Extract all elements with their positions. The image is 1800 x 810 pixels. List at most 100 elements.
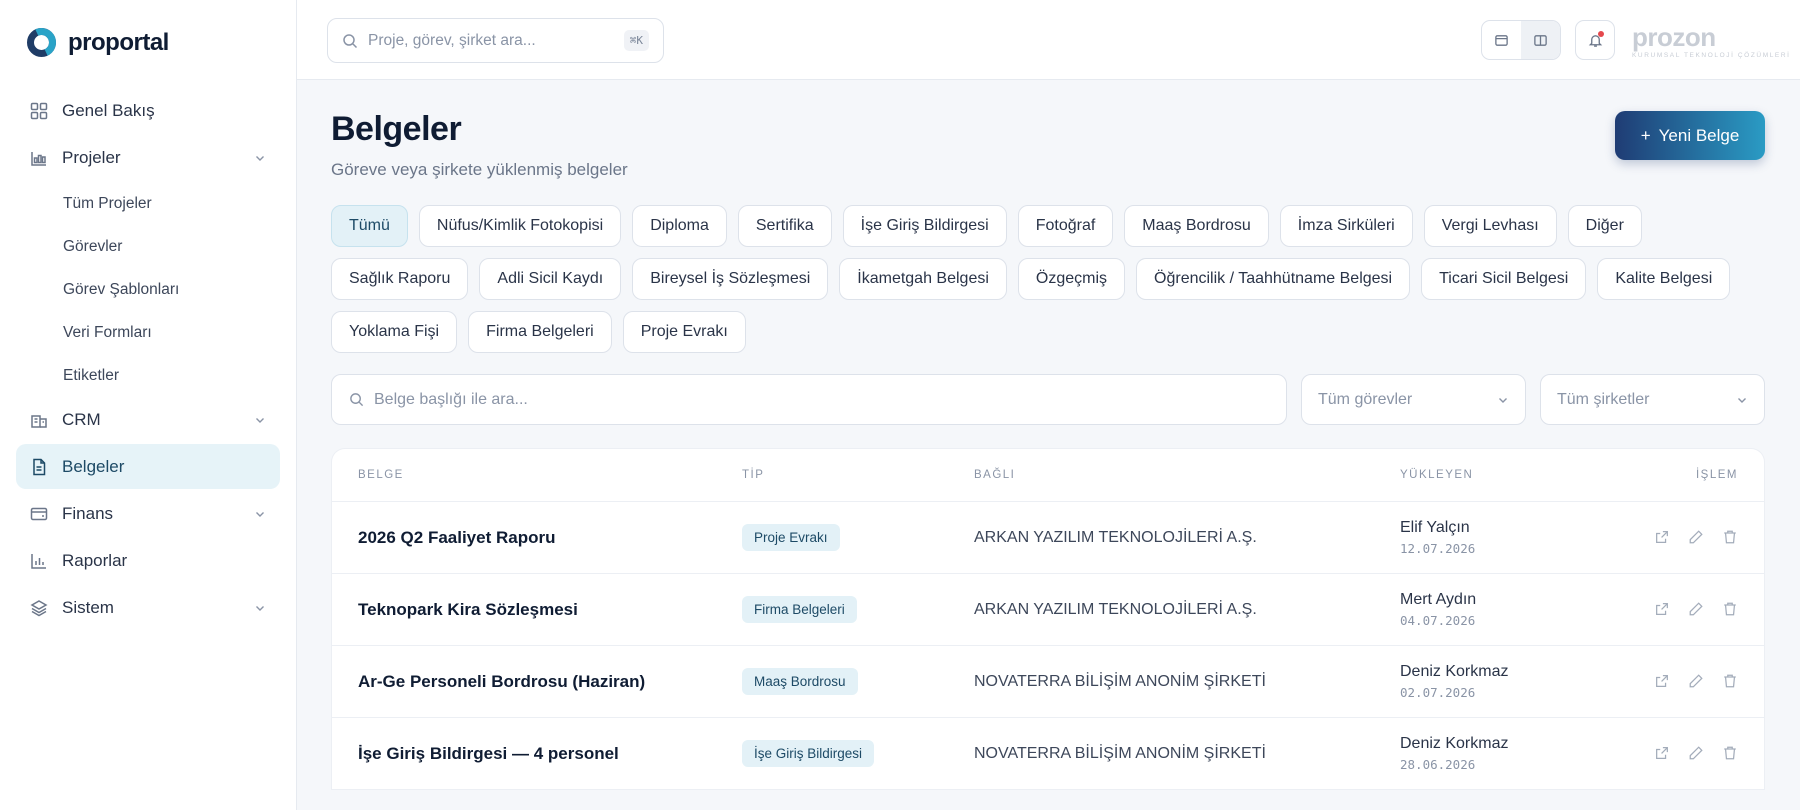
new-document-label: Yeni Belge [1658,125,1740,145]
chevron-down-icon [1738,397,1746,403]
type-badge: Firma Belgeleri [742,596,857,623]
linked-company: NOVATERRA BİLİŞİM ANONİM ŞİRKETİ [974,744,1266,762]
company-select-value: Tüm şirketler [1557,390,1650,408]
category-chip[interactable]: Ticari Sicil Belgesi [1421,258,1587,300]
document-title[interactable]: 2026 Q2 Faaliyet Raporu [358,528,555,547]
page-title: Belgeler [331,110,462,148]
open-external-icon[interactable] [1652,601,1670,619]
edit-icon[interactable] [1686,673,1704,691]
document-title[interactable]: Teknopark Kira Sözleşmesi [358,600,578,619]
type-badge: Maaş Bordrosu [742,668,858,695]
document-icon [30,458,48,476]
task-select[interactable]: Tüm görevler [1301,374,1526,425]
category-chip[interactable]: Yoklama Fişi [331,311,458,353]
shortcut-badge: ⌘K [623,30,649,51]
table-row[interactable]: 2026 Q2 Faaliyet Raporu Proje Evrakı ARKAN… [332,502,1764,574]
sidebar-item-projeler[interactable]: Projeler [16,135,280,180]
search-icon [350,393,364,407]
edit-icon[interactable] [1686,601,1704,619]
category-chip[interactable]: Adli Sicil Kaydı [479,258,622,300]
category-chip[interactable]: Diploma [632,205,727,247]
category-chip[interactable]: Proje Evrakı [622,311,746,353]
open-external-icon[interactable] [1652,529,1670,547]
table-row[interactable]: İşe Giriş Bildirgesi — 4 personel İşe Gir… [332,718,1764,790]
global-search[interactable]: Proje, görev, şirket ara... ⌘K [327,18,664,63]
uploader-name: Mert Aydın [1400,591,1477,608]
sidebar-subitem-gorev-sablonlari[interactable]: Görev Şablonları [16,268,280,311]
page-subtitle: Göreve veya şirkete yüklenmiş belgeler [331,160,628,179]
sidebar-subitem-tum-projeler[interactable]: Tüm Projeler [16,182,280,225]
sidebar-item-finans[interactable]: Finans [16,491,280,536]
trash-icon[interactable] [1720,673,1738,691]
category-chip[interactable]: Firma Belgeleri [468,311,612,353]
col-header-type[interactable]: TİP [742,469,974,481]
open-external-icon[interactable] [1652,745,1670,763]
building-icon [30,411,48,429]
logo[interactable]: proportal [27,28,169,57]
category-chip[interactable]: Sertifika [737,205,832,247]
category-chip[interactable]: Özgeçmiş [1017,258,1126,300]
category-chip[interactable]: İmza Sirküleri [1279,205,1413,247]
sidebar-subitem-gorevler[interactable]: Görevler [16,225,280,268]
col-header-linked[interactable]: BAĞLI [974,469,1400,481]
task-select-value: Tüm görevler [1318,390,1413,408]
category-chip[interactable]: Maaş Bordrosu [1124,205,1269,247]
sidebar-item-genel-bakis[interactable]: Genel Bakış [16,88,280,133]
sidebar-subitem-veri-formlari[interactable]: Veri Formları [16,311,280,354]
layout-split-icon[interactable] [1521,21,1560,59]
edit-icon[interactable] [1686,745,1704,763]
sidebar-item-belgeler[interactable]: Belgeler [16,444,280,489]
sidebar: proportal Genel Bakış Projeler Tüm Proje… [0,0,297,810]
open-external-icon[interactable] [1652,673,1670,691]
category-chip[interactable]: Diğer [1567,205,1642,247]
document-title[interactable]: Ar-Ge Personeli Bordrosu (Haziran) [358,672,645,691]
category-chip[interactable]: Tümü [331,205,408,247]
category-chip[interactable]: Bireysel İş Sözleşmesi [632,258,829,300]
sidebar-item-sistem[interactable]: Sistem [16,585,280,630]
sidebar-item-label: Finans [62,503,114,523]
view-toggle [1481,20,1561,60]
category-chip[interactable]: Kalite Belgesi [1597,258,1731,300]
table-row[interactable]: Ar-Ge Personeli Bordrosu (Haziran) Maaş B… [332,646,1764,718]
table-header: BELGE TİP BAĞLI YÜKLEYEN İŞLEM [332,449,1764,502]
brand-name: prozon [1632,22,1716,52]
sidebar-item-label: Projeler [62,147,121,167]
sidebar-item-crm[interactable]: CRM [16,397,280,442]
col-header-uploader[interactable]: YÜKLEYEN [1400,469,1600,481]
uploader-name: Deniz Korkmaz [1400,663,1509,680]
trash-icon[interactable] [1720,529,1738,547]
notification-dot [1598,31,1604,37]
category-chip[interactable]: Fotoğraf [1017,205,1114,247]
category-chip[interactable]: Vergi Levhası [1423,205,1557,247]
sidebar-item-label: CRM [62,409,101,429]
category-chip[interactable]: Öğrencilik / Taahhütname Belgesi [1136,258,1411,300]
trash-icon[interactable] [1720,601,1738,619]
sidebar-subitem-etiketler[interactable]: Etiketler [16,354,280,397]
new-document-button[interactable]: + Yeni Belge [1615,111,1765,160]
document-search-input[interactable]: Belge başlığı ile ara... [331,374,1287,425]
edit-icon[interactable] [1686,529,1704,547]
uploader-name: Elif Yalçın [1400,519,1470,536]
company-select[interactable]: Tüm şirketler [1540,374,1765,425]
col-header-document[interactable]: BELGE [332,469,742,481]
sidebar-item-label: Genel Bakış [62,100,155,120]
type-badge: Proje Evrakı [742,524,840,551]
category-chip[interactable]: Nüfus/Kimlik Fotokopisi [418,205,622,247]
chart-box-icon [30,149,48,167]
plus-icon: + [1640,125,1651,145]
layout-window-icon[interactable] [1482,21,1521,59]
sidebar-nav: Genel Bakış Projeler Tüm Projeler Görevl… [16,88,280,632]
sidebar-item-raporlar[interactable]: Raporlar [16,538,280,583]
chevron-down-icon [256,605,264,611]
category-chip[interactable]: İkametgah Belgesi [839,258,1007,300]
category-filter: Tümü Nüfus/Kimlik Fotokopisi Diploma Sertif… [331,205,1765,353]
sidebar-item-label: Sistem [62,597,114,617]
document-title[interactable]: İşe Giriş Bildirgesi — 4 personel [358,744,619,763]
table-row[interactable]: Teknopark Kira Sözleşmesi Firma Belgeleri… [332,574,1764,646]
documents-table: BELGE TİP BAĞLI YÜKLEYEN İŞLEM 2026 Q2 F… [331,448,1765,790]
notifications-button[interactable] [1575,20,1615,60]
category-chip[interactable]: Sağlık Raporu [331,258,469,300]
category-chip[interactable]: İşe Giriş Bildirgesi [842,205,1007,247]
trash-icon[interactable] [1720,745,1738,763]
chevron-down-icon [1499,397,1507,403]
